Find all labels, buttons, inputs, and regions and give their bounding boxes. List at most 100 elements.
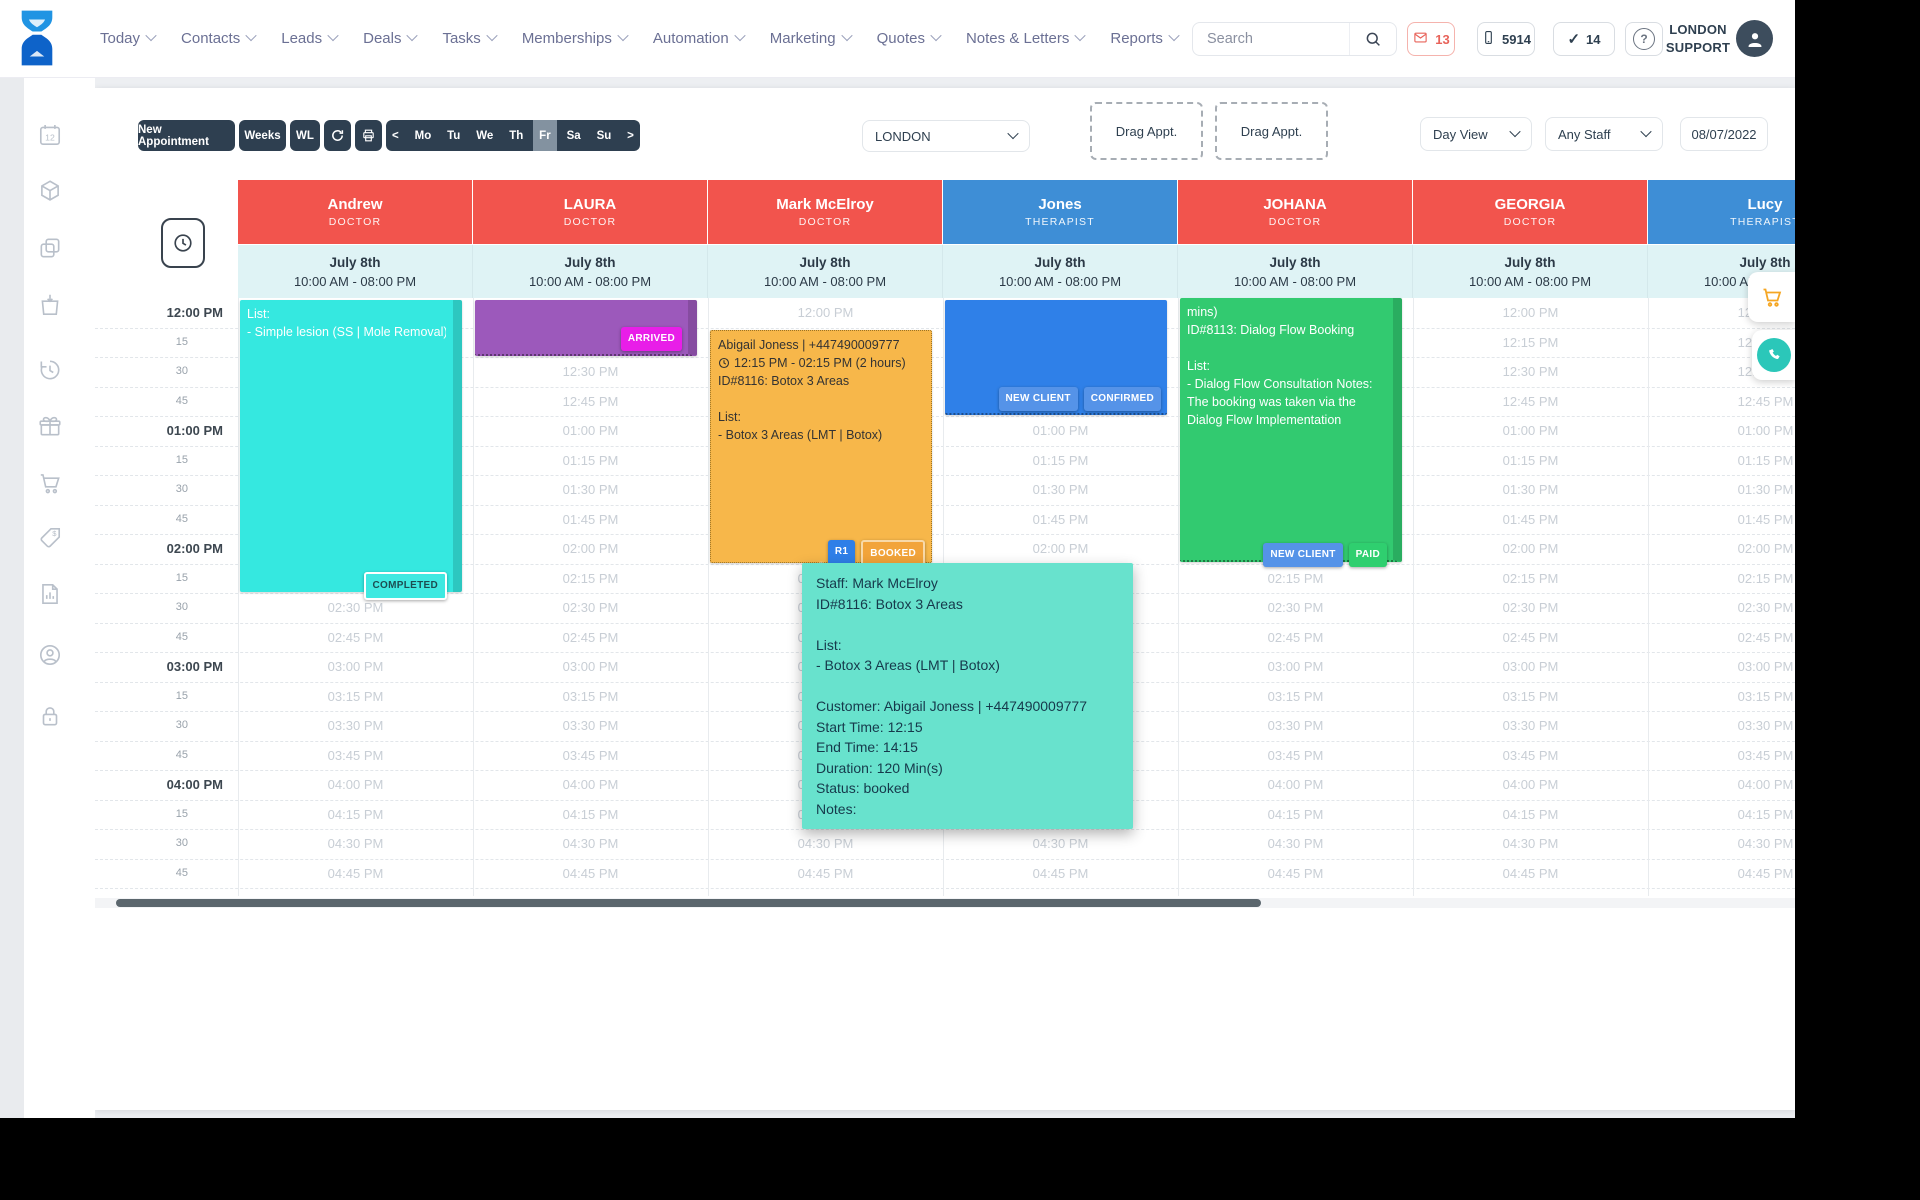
day-fr[interactable]: Fr	[533, 120, 557, 151]
appointment[interactable]: Abigail Joness | +44749000977712:15 PM -…	[710, 330, 932, 563]
time-slot[interactable]: 04:45 PM	[1178, 866, 1413, 881]
column-header-georgia[interactable]: GEORGIADOCTOR	[1413, 180, 1647, 244]
time-slot[interactable]: 02:30 PM	[238, 600, 473, 615]
time-slot[interactable]: 01:45 PM	[1648, 512, 1795, 527]
time-slot[interactable]: 03:00 PM	[473, 659, 708, 674]
help-button[interactable]: ?	[1625, 22, 1663, 56]
time-slot[interactable]: 01:45 PM	[943, 512, 1178, 527]
nav-item-deals[interactable]: Deals	[363, 30, 416, 47]
time-slot[interactable]: 12:00 PM	[708, 305, 943, 320]
time-slot[interactable]: 02:15 PM	[1413, 571, 1648, 586]
sidebar-tag-icon[interactable]: $	[37, 525, 63, 551]
time-slot[interactable]: 02:00 PM	[473, 541, 708, 556]
time-slot[interactable]: 01:00 PM	[943, 423, 1178, 438]
time-slot[interactable]: 12:45 PM	[1413, 394, 1648, 409]
time-slot[interactable]: 01:15 PM	[1413, 453, 1648, 468]
time-slot[interactable]: 03:00 PM	[1178, 659, 1413, 674]
time-slot[interactable]: 02:30 PM	[473, 600, 708, 615]
time-slot[interactable]: 03:45 PM	[1178, 748, 1413, 763]
time-slot[interactable]: 04:00 PM	[1648, 777, 1795, 792]
time-slot[interactable]: 01:45 PM	[473, 512, 708, 527]
search-input[interactable]: Search	[1192, 22, 1397, 56]
sidebar-cube-icon[interactable]	[37, 178, 63, 204]
time-slot[interactable]: 01:15 PM	[943, 453, 1178, 468]
day-su[interactable]: Su	[591, 120, 618, 151]
sidebar-report-icon[interactable]	[37, 581, 63, 607]
time-slot[interactable]: 12:00 PM	[1413, 305, 1648, 320]
time-slot[interactable]: 01:00 PM	[1413, 423, 1648, 438]
time-slot[interactable]: 04:00 PM	[473, 777, 708, 792]
weeks-button[interactable]: Weeks	[239, 120, 286, 151]
scrollbar-thumb[interactable]	[116, 899, 1261, 907]
time-slot[interactable]: 02:15 PM	[1648, 571, 1795, 586]
appointment[interactable]: List:- Simple lesion (SS | Mole Removal)…	[240, 300, 462, 592]
time-slot[interactable]: 01:45 PM	[1413, 512, 1648, 527]
time-slot[interactable]: 03:15 PM	[1413, 689, 1648, 704]
sidebar-cart-icon[interactable]	[37, 470, 63, 496]
time-slot[interactable]: 01:30 PM	[1648, 482, 1795, 497]
time-slot[interactable]: 04:45 PM	[1413, 866, 1648, 881]
sidebar-calendar-icon[interactable]: 12	[37, 122, 63, 148]
time-slot[interactable]: 03:45 PM	[238, 748, 473, 763]
prev-day-button[interactable]: <	[386, 120, 405, 151]
time-slot[interactable]: 04:30 PM	[1648, 836, 1795, 851]
time-slot[interactable]: 04:15 PM	[238, 807, 473, 822]
day-we[interactable]: We	[470, 120, 499, 151]
phone-panel-button[interactable]	[1752, 330, 1795, 380]
day-th[interactable]: Th	[503, 120, 529, 151]
time-slot[interactable]: 03:30 PM	[1648, 718, 1795, 733]
time-slot[interactable]: 01:15 PM	[473, 453, 708, 468]
calls-badge[interactable]: 5914	[1477, 22, 1535, 56]
drag-appt-slot-2[interactable]: Drag Appt.	[1215, 102, 1328, 160]
time-slot[interactable]: 03:30 PM	[238, 718, 473, 733]
nav-item-tasks[interactable]: Tasks	[442, 30, 495, 47]
time-slot[interactable]: 04:30 PM	[238, 836, 473, 851]
sidebar-account-icon[interactable]	[37, 642, 63, 668]
nav-item-contacts[interactable]: Contacts	[181, 30, 255, 47]
next-day-button[interactable]: >	[621, 120, 640, 151]
time-slot[interactable]: 02:45 PM	[1413, 630, 1648, 645]
time-slot[interactable]: 03:45 PM	[473, 748, 708, 763]
time-slot[interactable]: 03:30 PM	[473, 718, 708, 733]
time-slot[interactable]: 04:30 PM	[1178, 836, 1413, 851]
time-slot[interactable]: 04:15 PM	[1413, 807, 1648, 822]
time-slot[interactable]: 03:30 PM	[1178, 718, 1413, 733]
time-slot[interactable]: 02:45 PM	[1648, 630, 1795, 645]
nav-item-marketing[interactable]: Marketing	[770, 30, 851, 47]
time-slot[interactable]: 04:00 PM	[1178, 777, 1413, 792]
nav-item-reports[interactable]: Reports	[1110, 30, 1178, 47]
appointment[interactable]: mins)ID#8113: Dialog Flow Booking List:-…	[1180, 298, 1402, 562]
wl-button[interactable]: WL	[290, 120, 320, 151]
nav-item-notes-letters[interactable]: Notes & Letters	[966, 30, 1084, 47]
time-slot[interactable]: 04:30 PM	[1413, 836, 1648, 851]
time-slot[interactable]: 02:45 PM	[473, 630, 708, 645]
time-slot[interactable]: 03:00 PM	[1413, 659, 1648, 674]
view-select[interactable]: Day View	[1420, 117, 1532, 151]
nav-item-quotes[interactable]: Quotes	[877, 30, 940, 47]
brand-logo-icon[interactable]	[16, 9, 58, 67]
column-header-laura[interactable]: LAURADOCTOR	[473, 180, 707, 244]
time-slot[interactable]: 01:00 PM	[473, 423, 708, 438]
time-slot[interactable]: 01:30 PM	[473, 482, 708, 497]
time-slot[interactable]: 02:15 PM	[473, 571, 708, 586]
time-slot[interactable]: 03:00 PM	[1648, 659, 1795, 674]
time-slot[interactable]: 12:15 PM	[1413, 335, 1648, 350]
time-slot[interactable]: 04:00 PM	[1413, 777, 1648, 792]
time-slot[interactable]: 02:30 PM	[1413, 600, 1648, 615]
time-slot[interactable]: 12:30 PM	[1413, 364, 1648, 379]
time-slot[interactable]: 03:15 PM	[1648, 689, 1795, 704]
refresh-button[interactable]	[324, 120, 351, 151]
time-slot[interactable]: 02:30 PM	[1178, 600, 1413, 615]
time-slot[interactable]: 04:30 PM	[708, 836, 943, 851]
day-mo[interactable]: Mo	[409, 120, 438, 151]
print-button[interactable]	[355, 120, 382, 151]
nav-item-automation[interactable]: Automation	[653, 30, 744, 47]
nav-item-memberships[interactable]: Memberships	[522, 30, 627, 47]
time-slot[interactable]: 03:00 PM	[238, 659, 473, 674]
column-header-johana[interactable]: JOHANADOCTOR	[1178, 180, 1412, 244]
time-slot[interactable]: 02:45 PM	[238, 630, 473, 645]
time-slot[interactable]: 04:45 PM	[708, 866, 943, 881]
tasks-badge[interactable]: ✓ 14	[1553, 22, 1615, 56]
sidebar-lock-icon[interactable]	[37, 703, 63, 729]
time-slot[interactable]: 03:15 PM	[238, 689, 473, 704]
